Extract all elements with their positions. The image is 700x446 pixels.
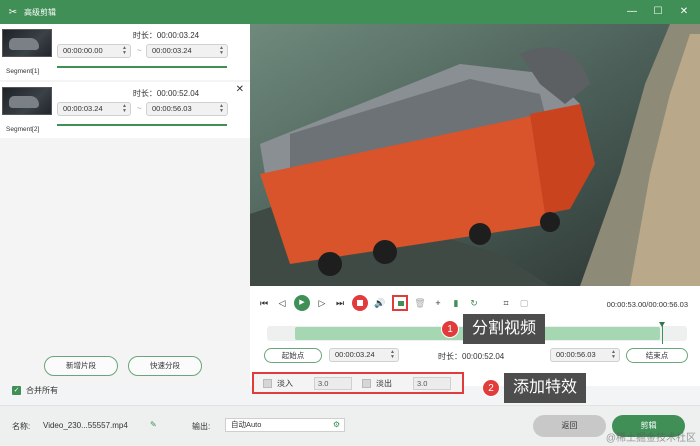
file-name: Video_230...55557.mp4 [43,421,128,430]
range-controls: 起始点 00:00:03.24 ▲ ▼ 时长：00:00:52.04 00:00:… [264,348,688,364]
split-icon[interactable] [392,295,408,311]
merge-all-checkbox[interactable]: ✓ 合并所有 [12,385,58,396]
segment-name: Segment[2] [6,126,40,133]
effects-row: 淡入 3.0 淡出 3.0 [252,372,464,394]
segment-end-field[interactable]: 00:00:03.24 ▲ ▼ [146,44,228,58]
crop-icon[interactable]: ⌗ [500,297,512,309]
prev-frame-icon[interactable]: ◁ [276,297,288,309]
playhead-marker[interactable] [659,322,665,344]
maximize-icon[interactable]: ☐ [652,4,664,20]
segment-name: Segment[1] [6,68,40,75]
range-end-value: 00:00:56.03 [556,350,596,359]
set-end-button[interactable]: 结束点 [626,348,688,363]
segment-start-value: 00:00:00.00 [63,46,103,55]
trash-icon[interactable]: ▮ [450,297,462,309]
close-icon[interactable]: ✕ [236,84,244,95]
spinner-icon[interactable]: ▲ ▼ [219,104,224,114]
spinner-icon[interactable]: ▲ ▼ [611,350,616,360]
skip-start-icon[interactable]: ⏮ [258,297,270,309]
range-start-field[interactable]: 00:00:03.24 ▲ ▼ [329,348,399,362]
callout-text: 分割视频 [463,314,546,344]
set-start-label: 起始点 [281,351,305,360]
spinner-icon[interactable]: ▲ ▼ [390,350,395,360]
watermark: @稀土掘金技术社区 [605,433,696,444]
segment-end-value: 00:00:03.24 [152,46,192,55]
app-logo-icon: ✂ [8,6,18,18]
fade-in-checkbox[interactable]: 淡入 [263,378,293,389]
segment-thumbnail [2,87,52,115]
bottom-bar: 名称: Video_230...55557.mp4 ✎ 输出: 自动Auto ⚙… [0,405,700,446]
fade-out-label: 淡出 [376,379,392,388]
segment-progress [57,124,227,126]
segment-start-field[interactable]: 00:00:00.00 ▲ ▼ [57,44,131,58]
segment-start-field[interactable]: 00:00:03.24 ▲ ▼ [57,102,131,116]
range-duration: 时长：00:00:52.04 [438,352,505,361]
spinner-icon[interactable]: ▲ ▼ [122,104,127,114]
callout-add-effects: 2 添加特效 [482,373,587,403]
segment-end-value: 00:00:56.03 [152,104,192,113]
minimize-icon[interactable]: — [626,4,638,20]
skip-end-icon[interactable]: ⏭ [334,297,346,309]
output-value: 自动Auto [231,420,262,429]
segment-end-field[interactable]: 00:00:56.03 ▲ ▼ [146,102,228,116]
range-start-value: 00:00:03.24 [335,350,375,359]
output-select[interactable]: 自动Auto ⚙ [225,418,345,432]
title-bar: ✂ 高级剪辑 — ☐ ✕ [0,0,700,24]
merge-all-label: 合并所有 [26,386,58,395]
checkbox-unchecked-icon[interactable] [263,379,272,388]
gear-icon[interactable]: ⚙ [333,419,340,431]
segment-separator: ~ [137,104,142,113]
spinner-icon[interactable]: ▲ ▼ [122,46,127,56]
checkbox-unchecked-icon[interactable] [362,379,371,388]
segment-duration: 时长：00:00:52.04 [132,89,200,98]
edit-icon[interactable]: ✎ [150,420,157,429]
output-label: 输出: [192,422,211,431]
back-button[interactable]: 返回 [533,415,606,437]
segment-item-2[interactable]: Segment[2] 时长：00:00:52.04 ✕ 00:00:03.24 … [0,82,250,138]
segment-duration: 时长：00:00:03.24 [132,31,200,40]
set-end-label: 结束点 [645,351,669,360]
segment-progress [57,66,227,68]
add-segment-button[interactable]: 新增片段 [44,356,118,376]
spinner-icon[interactable]: ▲ ▼ [219,46,224,56]
volume-icon[interactable]: 🔊 [374,297,386,309]
fade-in-label: 淡入 [277,379,293,388]
video-preview[interactable] [250,24,700,286]
callout-number: 2 [482,379,500,397]
segment-start-value: 00:00:03.24 [63,104,103,113]
play-icon[interactable]: ▶ [294,295,310,311]
close-icon[interactable]: ✕ [678,4,690,20]
segment-panel: Segment[1] 时长：00:00:03.24 00:00:00.00 ▲ ▼… [0,24,250,386]
add-icon[interactable]: + [432,297,444,309]
fade-out-value: 3.0 [417,379,428,388]
quick-split-button[interactable]: 快速分段 [128,356,202,376]
segment-thumbnail [2,29,52,57]
delete-icon[interactable]: 🗑 [414,297,426,309]
range-end-field[interactable]: 00:00:56.03 ▲ ▼ [550,348,620,362]
set-start-button[interactable]: 起始点 [264,348,322,363]
segment-item-1[interactable]: Segment[1] 时长：00:00:03.24 00:00:00.00 ▲ ▼… [0,24,250,80]
callout-text: 添加特效 [504,373,587,403]
window-title: 高级剪辑 [24,7,56,17]
stop-icon[interactable] [352,295,368,311]
fade-in-duration-input[interactable]: 3.0 [314,377,352,390]
checkbox-checked-icon[interactable]: ✓ [12,386,21,395]
fade-out-checkbox[interactable]: 淡出 [362,378,392,389]
fade-out-duration-input[interactable]: 3.0 [413,377,451,390]
callout-number: 1 [441,320,459,338]
playback-controls: ⏮ ◁ ▶ ▷ ⏭ 🔊 🗑 + ▮ ↻ ⌗ ▢ [258,295,530,311]
callout-split-video: 1 分割视频 [441,314,546,344]
segment-separator: ~ [137,46,142,55]
video-frame-image [250,24,700,286]
snapshot-icon[interactable]: ▢ [518,297,530,309]
current-time-display: 00:00:53.00/00:00:56.03 [606,300,688,309]
name-label: 名称: [12,422,31,431]
next-frame-icon[interactable]: ▷ [316,297,328,309]
fade-in-value: 3.0 [318,379,329,388]
rotate-icon[interactable]: ↻ [468,297,480,309]
